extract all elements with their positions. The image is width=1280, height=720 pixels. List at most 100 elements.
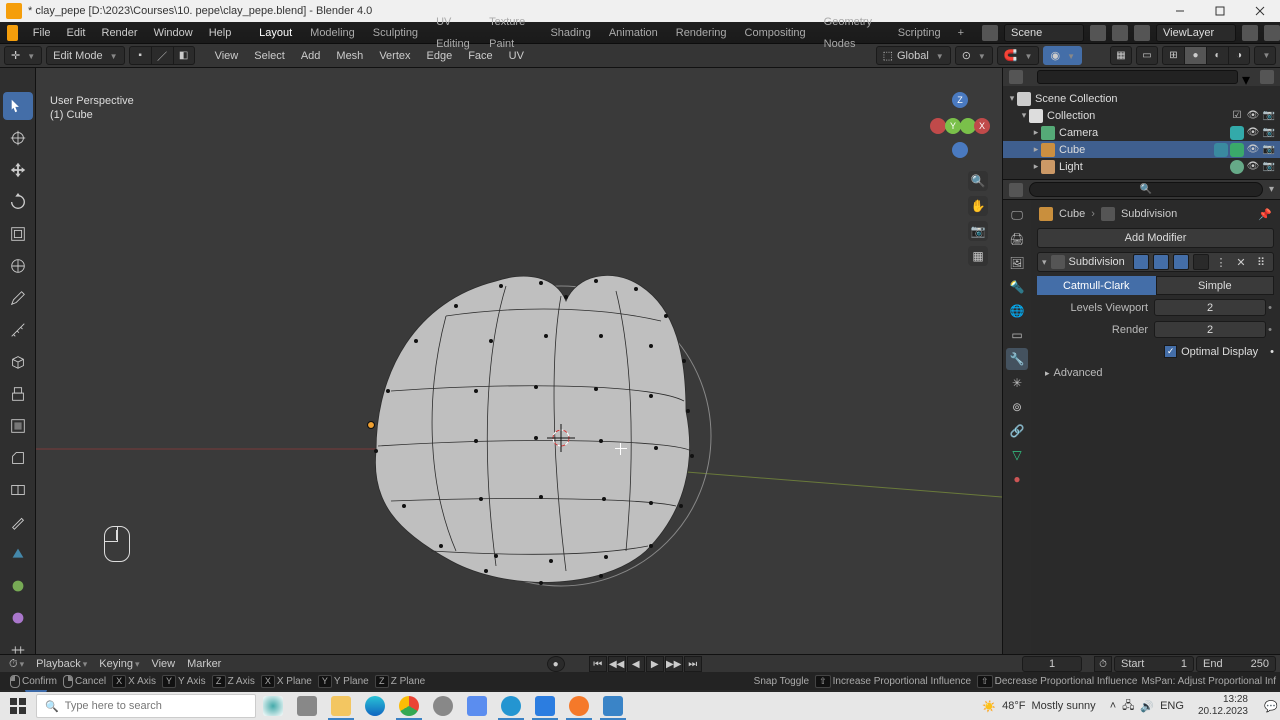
shading-wireframe[interactable]: ⊞ [1162,46,1184,65]
taskbar-app-2[interactable] [460,692,494,720]
extrude-tool[interactable] [3,380,33,408]
workspace-tab-sculpting[interactable]: Sculpting [364,22,427,44]
loopcut-tool[interactable] [3,476,33,504]
advanced-panel-header[interactable]: ▸Advanced [1037,367,1274,379]
timeline-view-menu[interactable]: View [146,658,180,670]
prop-tab-scene[interactable]: 🔦 [1006,276,1028,298]
prop-tab-world[interactable]: 🌐 [1006,300,1028,322]
jump-start-button[interactable]: ⏮ [589,656,607,672]
transform-tool[interactable] [3,252,33,280]
outliner-editor-type-icon[interactable] [1009,70,1023,84]
jump-end-button[interactable]: ⏭ [684,656,702,672]
autokey-toggle[interactable]: ● [547,656,565,672]
field-animate-dot[interactable]: • [1266,302,1274,314]
levels-viewport-field[interactable]: 2 [1154,299,1266,316]
scene-pin-icon[interactable] [1112,25,1128,41]
menu-edit[interactable]: Edit [59,22,94,44]
select-box-tool[interactable] [3,92,33,120]
keyframe-prev-button[interactable]: ◀◀ [608,656,626,672]
optimal-display-checkbox[interactable]: ✓ [1164,345,1177,358]
workspace-add-button[interactable]: + [950,27,972,39]
timeline-marker-menu[interactable]: Marker [182,658,226,670]
taskbar-app-1[interactable] [426,692,460,720]
scene-name-input[interactable] [1004,24,1084,42]
keyframe-next-button[interactable]: ▶▶ [665,656,683,672]
workspace-tab-scripting[interactable]: Scripting [889,22,950,44]
spin-tool[interactable] [3,572,33,600]
workspace-tab-modeling[interactable]: Modeling [301,22,364,44]
vertex-select-mode[interactable]: ▪ [129,46,151,65]
menu-render[interactable]: Render [94,22,146,44]
prop-tab-object[interactable]: ▭ [1006,324,1028,346]
tray-language-icon[interactable]: ENG [1160,700,1184,712]
field-animate-dot[interactable]: • [1266,324,1274,336]
face-select-mode[interactable]: ◧ [173,46,195,65]
taskbar-taskview[interactable] [290,692,324,720]
modifier-header[interactable]: ▾ Subdivision ⋮ ✕ ⠿ [1037,252,1274,272]
menu-window[interactable]: Window [146,22,201,44]
zoom-button[interactable]: 🔍 [968,171,988,191]
properties-editor-type-icon[interactable] [1009,183,1023,197]
prop-tab-constraints[interactable]: 🔗 [1006,420,1028,442]
subdiv-type-catmull[interactable]: Catmull-Clark [1037,276,1156,295]
modifier-remove-button[interactable]: ✕ [1233,256,1249,269]
prop-tab-output[interactable]: 🖨 [1006,228,1028,250]
editor-type-dropdown[interactable]: ✛ [4,46,42,65]
outliner-camera[interactable]: ▸ Camera 👁 📷 [1003,124,1280,141]
taskbar-clock[interactable]: 13:28 20.12.2023 [1190,694,1256,718]
menu-add[interactable]: Add [295,50,327,62]
preview-range-toggle[interactable]: ⏱ [1094,656,1112,672]
taskbar-mail[interactable] [528,692,562,720]
viewlayer-new-icon[interactable] [1242,25,1258,41]
add-cube-tool[interactable] [3,348,33,376]
mod-on-cage-toggle[interactable] [1133,254,1149,270]
axis-z-pos[interactable]: Z [952,92,968,108]
disable-render-icon[interactable]: 📷 [1262,109,1276,123]
measure-tool[interactable] [3,316,33,344]
rotate-tool[interactable] [3,188,33,216]
properties-search[interactable]: 🔍 [1029,182,1263,197]
polybuild-tool[interactable] [3,540,33,568]
menu-edge[interactable]: Edge [421,50,459,62]
axis-navigation-gizmo[interactable]: Z Y X [930,96,990,156]
taskbar-search-box[interactable]: 🔍 Type here to search [36,694,256,718]
axis-z-neg[interactable] [952,142,968,158]
timeline-editor-type-icon[interactable]: ⏱▾ [4,658,29,671]
workspace-tab-shading[interactable]: Shading [541,22,599,44]
prop-tab-particles[interactable]: ✳ [1006,372,1028,394]
exclude-checkbox-icon[interactable]: ☑ [1230,109,1244,123]
end-frame-field[interactable]: End250 [1196,656,1276,672]
taskbar-chrome[interactable] [392,692,426,720]
workspace-tab-rendering[interactable]: Rendering [667,22,736,44]
window-close[interactable] [1240,0,1280,22]
pin-icon[interactable]: 📌 [1258,208,1272,221]
mod-edit-mode-toggle[interactable] [1153,254,1169,270]
shading-options-dropdown[interactable] [1254,46,1276,65]
annotate-tool[interactable] [3,284,33,312]
inset-tool[interactable] [3,412,33,440]
menu-uv[interactable]: UV [503,50,530,62]
scale-tool[interactable] [3,220,33,248]
tray-network-icon[interactable]: 🖧 [1122,697,1134,716]
mode-dropdown[interactable]: Edit Mode [46,46,124,65]
mod-render-toggle[interactable] [1193,254,1209,270]
prop-tab-modifier[interactable]: 🔧 [1006,348,1028,370]
scene-browse-icon[interactable] [982,25,998,41]
outliner-search[interactable] [1037,70,1238,84]
disable-render-icon[interactable]: 📷 [1262,126,1276,140]
taskbar-weather[interactable]: ☀️ 48°F Mostly sunny [974,700,1103,713]
render-levels-field[interactable]: 2 [1154,321,1266,338]
timeline-playback-menu[interactable]: Playback▾ [31,658,92,670]
workspace-tab-animation[interactable]: Animation [600,22,667,44]
tray-volume-icon[interactable]: 🔊 [1140,700,1154,713]
current-frame-field[interactable]: 1 [1022,656,1082,672]
mod-realtime-toggle[interactable] [1173,254,1189,270]
smooth-tool[interactable] [3,604,33,632]
prop-tab-mesh[interactable]: ▽ [1006,444,1028,466]
menu-help[interactable]: Help [201,22,240,44]
menu-view[interactable]: View [209,50,245,62]
perspective-toggle-button[interactable]: ▦ [968,246,988,266]
properties-options-icon[interactable]: ▾ [1269,184,1274,195]
taskbar-cortana[interactable] [256,692,290,720]
move-tool[interactable] [3,156,33,184]
